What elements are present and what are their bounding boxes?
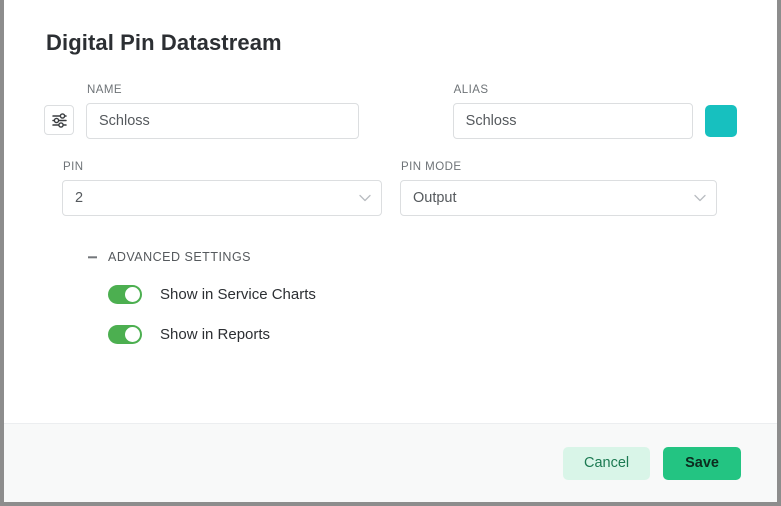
- show-in-reports-toggle[interactable]: [108, 325, 142, 344]
- show-in-service-charts-label: Show in Service Charts: [160, 286, 316, 303]
- pin-mode-select[interactable]: Output: [400, 180, 717, 216]
- color-swatch[interactable]: [705, 105, 737, 137]
- name-label: NAME: [86, 84, 359, 96]
- pin-mode-select-wrap: Output: [400, 180, 717, 216]
- name-alias-row: NAME ALIAS: [44, 84, 737, 139]
- pin-select-value: 2: [75, 190, 83, 206]
- dialog-title: Digital Pin Datastream: [46, 30, 737, 56]
- digital-pin-datastream-dialog: Digital Pin Datastream NAME: [0, 0, 781, 506]
- pin-select[interactable]: 2: [62, 180, 382, 216]
- pin-pinmode-row: PIN 2 PIN MODE Output: [44, 161, 737, 216]
- pin-mode-label: PIN MODE: [400, 161, 717, 173]
- advanced-settings-header[interactable]: ADVANCED SETTINGS: [86, 250, 251, 264]
- name-field-group: NAME: [86, 84, 359, 139]
- pin-label: PIN: [62, 161, 382, 173]
- dialog-footer: Cancel Save: [4, 423, 777, 502]
- alias-field-group: ALIAS: [453, 84, 693, 139]
- collapse-minus-icon: [86, 251, 99, 264]
- alias-label: ALIAS: [453, 84, 693, 96]
- toggle-row-service-charts[interactable]: Show in Service Charts: [108, 285, 316, 304]
- pin-field-group: PIN 2: [62, 161, 382, 216]
- show-in-reports-label: Show in Reports: [160, 326, 270, 343]
- save-button[interactable]: Save: [663, 447, 741, 480]
- pin-mode-field-group: PIN MODE Output: [400, 161, 717, 216]
- pin-select-wrap: 2: [62, 180, 382, 216]
- sliders-icon-button[interactable]: [44, 105, 74, 135]
- toggle-row-reports[interactable]: Show in Reports: [108, 325, 270, 344]
- cancel-button[interactable]: Cancel: [563, 447, 650, 480]
- pin-mode-select-value: Output: [413, 190, 457, 206]
- name-input[interactable]: [86, 103, 359, 139]
- alias-input[interactable]: [453, 103, 693, 139]
- dialog-body: Digital Pin Datastream NAME: [4, 0, 777, 423]
- sliders-icon: [51, 112, 68, 129]
- show-in-service-charts-toggle[interactable]: [108, 285, 142, 304]
- advanced-settings-label: ADVANCED SETTINGS: [108, 250, 251, 264]
